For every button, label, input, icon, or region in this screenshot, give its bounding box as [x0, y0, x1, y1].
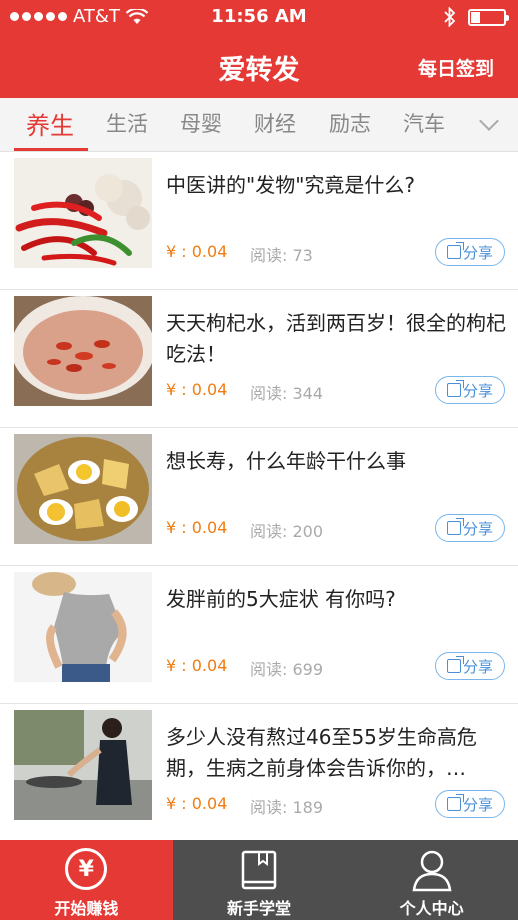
share-button[interactable]: 分享 [435, 652, 505, 680]
tab-finance[interactable]: 财经 [254, 108, 296, 152]
tab-health[interactable]: 养生 [26, 106, 74, 150]
tab-start-earning[interactable]: ¥ 开始赚钱 [0, 840, 173, 920]
read-count: 阅读: 200 [250, 522, 324, 541]
reward-price: ¥ : 0.04 [166, 380, 228, 399]
tab-beginner-school[interactable]: 新手学堂 [172, 840, 346, 920]
battery-icon [468, 8, 509, 26]
goji-soup-image [14, 296, 152, 406]
article-thumbnail[interactable] [14, 710, 152, 820]
bluetooth-icon [444, 7, 456, 27]
daily-checkin-button[interactable]: 每日签到 [418, 54, 494, 81]
reward-price: ¥ : 0.04 [166, 242, 228, 261]
article-item[interactable]: 多少人没有熬过46至55岁生命高危期，生病之前身体会告诉你的，… ¥ : 0.0… [0, 704, 518, 842]
woman-waist-image [14, 572, 152, 682]
tab-auto[interactable]: 汽车 [403, 108, 445, 152]
tab-inspiration[interactable]: 励志 [329, 108, 371, 152]
reward-price: ¥ : 0.04 [166, 518, 228, 537]
bottom-tab-bar: ¥ 开始赚钱 新手学堂 个人中心 [0, 840, 518, 920]
active-tab-indicator [14, 148, 88, 151]
share-icon [446, 656, 464, 673]
nav-bar: 爱转发 每日签到 [0, 34, 518, 98]
read-count: 阅读: 699 [250, 660, 324, 679]
chili-garlic-image [14, 158, 152, 268]
article-title[interactable]: 中医讲的"发物"究竟是什么? [166, 170, 506, 201]
article-thumbnail[interactable] [14, 572, 152, 682]
article-thumbnail[interactable] [14, 158, 152, 268]
woman-cooking-image [14, 710, 152, 820]
share-button[interactable]: 分享 [435, 238, 505, 266]
share-button[interactable]: 分享 [435, 790, 505, 818]
chevron-down-icon[interactable] [479, 111, 499, 131]
book-icon [237, 848, 281, 892]
share-icon [446, 242, 464, 259]
tab-personal-center[interactable]: 个人中心 [345, 840, 518, 920]
tab-label: 新手学堂 [227, 899, 292, 918]
share-icon [446, 518, 464, 535]
share-icon [446, 794, 464, 811]
person-icon [410, 848, 454, 892]
share-button[interactable]: 分享 [435, 514, 505, 542]
article-thumbnail[interactable] [14, 434, 152, 544]
share-icon [446, 380, 464, 397]
article-title[interactable]: 发胖前的5大症状 有你吗? [166, 584, 506, 615]
status-bar: AT&T 11:56 AM [0, 0, 518, 34]
reward-price: ¥ : 0.04 [166, 656, 228, 675]
egg-potato-stew-image [14, 434, 152, 544]
read-count: 阅读: 189 [250, 798, 324, 817]
clock: 11:56 AM [211, 6, 307, 27]
category-tabs: 养生 生活 母婴 财经 励志 汽车 [0, 98, 518, 152]
article-title[interactable]: 多少人没有熬过46至55岁生命高危期，生病之前身体会告诉你的，… [166, 722, 506, 784]
read-count: 阅读: 344 [250, 384, 324, 403]
article-thumbnail[interactable] [14, 296, 152, 406]
article-item[interactable]: 天天枸杞水，活到两百岁！很全的枸杞吃法！ ¥ : 0.04 阅读: 344 分享 [0, 290, 518, 428]
article-title[interactable]: 想长寿，什么年龄干什么事 [166, 446, 506, 477]
tab-life[interactable]: 生活 [106, 108, 148, 152]
article-item[interactable]: 发胖前的5大症状 有你吗? ¥ : 0.04 阅读: 699 分享 [0, 566, 518, 704]
reward-price: ¥ : 0.04 [166, 794, 228, 813]
read-count: 阅读: 73 [250, 246, 313, 265]
article-item[interactable]: 想长寿，什么年龄干什么事 ¥ : 0.04 阅读: 200 分享 [0, 428, 518, 566]
article-title[interactable]: 天天枸杞水，活到两百岁！很全的枸杞吃法！ [166, 308, 506, 370]
tab-label: 个人中心 [399, 899, 464, 918]
share-button[interactable]: 分享 [435, 376, 505, 404]
article-list[interactable]: 中医讲的"发物"究竟是什么? ¥ : 0.04 阅读: 73 分享 天天枸杞水，… [0, 152, 518, 842]
tab-maternity[interactable]: 母婴 [180, 108, 222, 152]
article-item[interactable]: 中医讲的"发物"究竟是什么? ¥ : 0.04 阅读: 73 分享 [0, 152, 518, 290]
tab-label: 开始赚钱 [54, 899, 119, 918]
yen-icon: ¥ [64, 848, 108, 892]
